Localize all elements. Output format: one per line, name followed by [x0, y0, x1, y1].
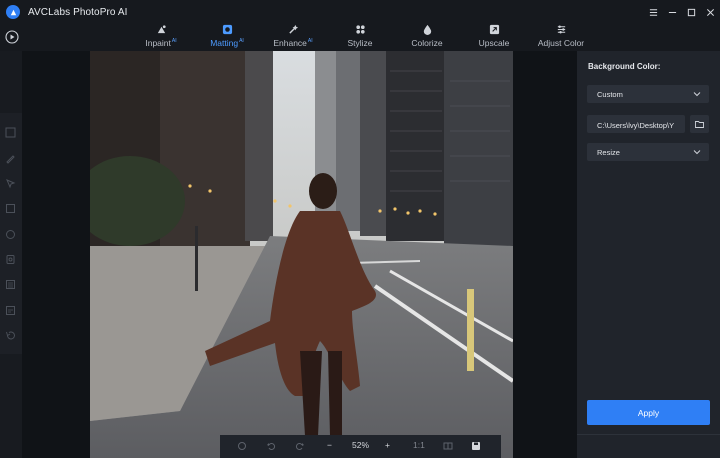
resize-value: Resize [597, 147, 620, 157]
upscale-icon [489, 24, 499, 35]
layer-tool-icon[interactable] [5, 279, 16, 290]
colorize-icon [423, 24, 431, 35]
tab-upscale[interactable]: Upscale [478, 24, 510, 51]
browse-folder-button[interactable] [690, 115, 709, 133]
tab-enhance-label: Enhance [273, 38, 307, 48]
tab-enhance[interactable]: EnhanceAI [272, 24, 314, 51]
tab-matting-label: Matting [210, 38, 239, 48]
undo-icon[interactable] [266, 441, 276, 451]
zoom-in-button[interactable]: + [385, 440, 390, 450]
tab-inpaint-label: Inpaint [145, 38, 171, 48]
tab-stylize[interactable]: Stylize [346, 24, 374, 51]
rotate-icon[interactable] [237, 441, 247, 451]
settings-icon[interactable] [644, 0, 663, 24]
tab-inpaint-badge: AI [171, 38, 177, 45]
title-bar: AVCLabs PhotoPro AI [0, 0, 720, 24]
tab-adjust-color-label: Adjust Color [537, 38, 585, 48]
tab-adjust-color[interactable]: Adjust Color [537, 24, 585, 51]
minimize-icon[interactable] [663, 0, 682, 24]
app-logo-icon [6, 5, 20, 19]
output-path-field[interactable]: C:\Users\lvy\Desktop\Y [587, 115, 685, 133]
close-icon[interactable] [701, 0, 720, 24]
background-color-select[interactable]: Custom [587, 85, 709, 103]
tab-enhance-badge: AI [307, 38, 313, 45]
actual-size-button[interactable]: 1:1 [413, 440, 425, 450]
settings-panel: Background Color: Custom C:\Users\lvy\De… [577, 51, 720, 458]
left-tool-rail [0, 113, 22, 354]
photo-canvas[interactable] [90, 51, 513, 458]
resize-select[interactable]: Resize [587, 143, 709, 161]
main-toolbar: InpaintAI MattingAI EnhanceAI Stylize Co… [0, 24, 720, 51]
tab-colorize-label: Colorize [411, 38, 443, 48]
eraser-tool-icon[interactable] [5, 305, 16, 316]
app-title: AVCLabs PhotoPro AI [28, 6, 128, 18]
chevron-down-icon [693, 150, 701, 155]
ellipse-tool-icon[interactable] [5, 229, 16, 240]
select-tool-icon[interactable] [5, 178, 16, 189]
chevron-down-icon [693, 92, 701, 97]
tab-stylize-label: Stylize [347, 38, 373, 48]
tab-colorize[interactable]: Colorize [410, 24, 444, 51]
panel-divider [577, 434, 720, 435]
apply-button[interactable]: Apply [587, 400, 710, 425]
street-photo-image [90, 51, 513, 458]
background-color-label: Background Color: [588, 62, 661, 71]
tab-matting-badge: AI [239, 38, 244, 45]
tab-upscale-label: Upscale [478, 38, 510, 48]
zoom-level: 52% [352, 440, 370, 450]
background-color-value: Custom [597, 89, 623, 99]
crop-tool-icon[interactable] [5, 254, 16, 265]
save-icon[interactable] [471, 441, 481, 451]
zoom-bar: − 52% + 1:1 [220, 435, 501, 458]
zoom-out-button[interactable]: − [327, 440, 332, 450]
maximize-icon[interactable] [682, 0, 701, 24]
brush-tool-icon[interactable] [5, 153, 16, 164]
enhance-icon [288, 24, 298, 34]
play-icon[interactable] [5, 30, 19, 44]
rectangle-tool-icon[interactable] [5, 203, 16, 214]
output-path-row: C:\Users\lvy\Desktop\Y [587, 115, 709, 133]
tab-matting[interactable]: MattingAI [206, 24, 248, 51]
redo-icon[interactable] [295, 441, 305, 451]
output-path-value: C:\Users\lvy\Desktop\Y [597, 121, 675, 130]
history-tool-icon[interactable] [5, 330, 16, 341]
compare-icon[interactable] [443, 441, 453, 451]
tab-inpaint[interactable]: InpaintAI [141, 24, 181, 51]
stylize-icon [355, 25, 365, 34]
inpaint-icon [157, 25, 166, 34]
checkbox-tool-icon[interactable] [5, 127, 16, 138]
folder-icon [695, 121, 704, 128]
matting-icon [222, 24, 232, 35]
adjust-color-icon [557, 25, 565, 34]
